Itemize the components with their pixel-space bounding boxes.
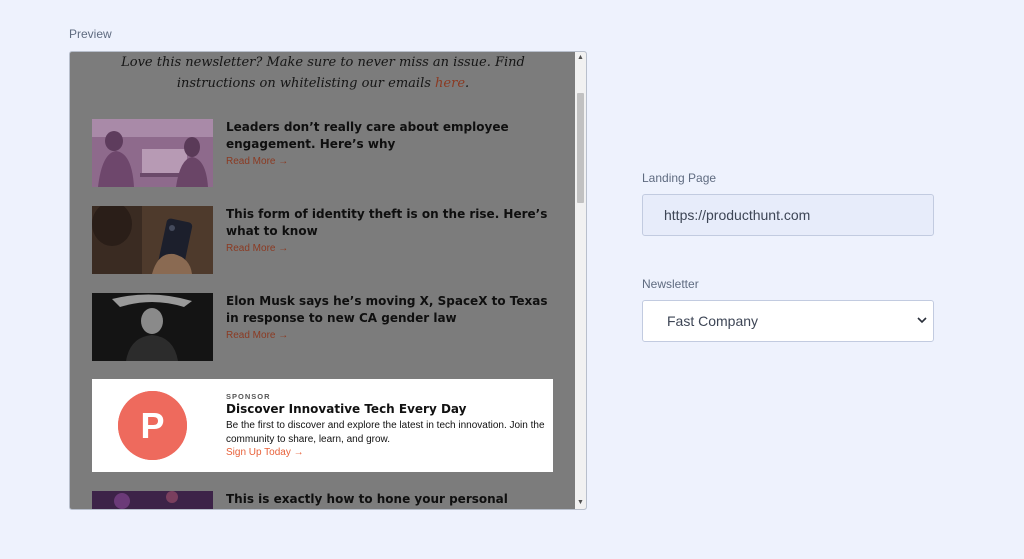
newsletter-label: Newsletter [642,277,699,291]
scroll-thumb[interactable] [577,93,584,203]
newsletter-preview-frame[interactable]: Love this newsletter? Make sure to never… [69,51,587,510]
article-item[interactable]: Elon Musk says he’s moving X, SpaceX to … [92,293,554,363]
read-more-link[interactable]: Read More → [226,243,288,254]
article-item[interactable]: This form of identity theft is on the ri… [92,206,554,276]
whitelist-link[interactable]: here [435,76,465,91]
chevron-down-icon [915,301,929,341]
read-more-link[interactable]: Read More → [226,156,288,167]
newsletter-selected-value: Fast Company [667,313,759,329]
landing-page-input[interactable]: https://producthunt.com [642,194,934,236]
scroll-up-arrow-icon[interactable]: ▲ [575,52,586,64]
sponsor-description: Be the first to discover and explore the… [226,420,545,445]
landing-page-label: Landing Page [642,171,717,185]
scroll-down-arrow-icon[interactable]: ▼ [575,497,586,509]
article-title[interactable]: Leaders don’t really care about employee… [226,119,551,152]
producthunt-logo[interactable]: P [118,391,187,460]
sponsor-tag: SPONSOR [226,392,271,401]
article-title[interactable]: This form of identity theft is on the ri… [226,206,551,239]
article-title[interactable]: This is exactly how to hone your persona… [226,491,551,508]
sign-up-link[interactable]: Sign Up Today → [226,447,304,458]
elon-musk-photo[interactable] [92,293,213,361]
read-more-link[interactable]: Read More → [226,330,288,341]
intro-end: . [465,76,470,91]
preview-label: Preview [69,27,112,41]
whitelist-intro: Love this newsletter? Make sure to never… [92,52,554,94]
article-item[interactable]: This is exactly how to hone your persona… [92,491,554,509]
hand-holding-phone-photo[interactable] [92,206,213,274]
newsletter-select[interactable]: Fast Company [642,300,934,342]
preview-content: Love this newsletter? Make sure to never… [70,52,576,509]
preview-scrollbar[interactable]: ▲ ▼ [575,52,586,509]
abstract-purple-photo[interactable] [92,491,213,509]
women-at-laptop-photo[interactable] [92,119,213,187]
article-title[interactable]: Elon Musk says he’s moving X, SpaceX to … [226,293,551,326]
article-item[interactable]: Leaders don’t really care about employee… [92,119,554,189]
sponsor-block[interactable]: P SPONSOR Discover Innovative Tech Every… [92,379,553,472]
logo-letter: P [140,405,164,446]
sponsor-title[interactable]: Discover Innovative Tech Every Day [226,402,467,416]
